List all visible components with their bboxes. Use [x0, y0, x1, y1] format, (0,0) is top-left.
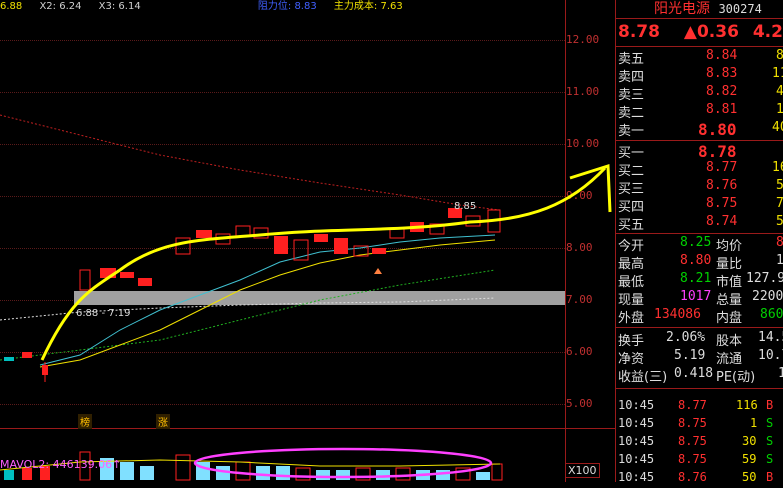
kline-chart[interactable]: 6.88 X2: 6.24 X3: 6.14 阻力位: 8.83 主力成本: 7… [0, 0, 615, 482]
high-annotation: 8.85 [454, 201, 477, 212]
ask-row-4[interactable]: 卖四8.8311 [618, 66, 783, 85]
stat-row: 最高 8.80 量比 1 [618, 253, 783, 272]
trend-arrow [40, 166, 607, 361]
volume-scale: X100 [565, 463, 600, 478]
ma-long-line [0, 114, 501, 211]
tag-bang[interactable]: 榜 [78, 414, 92, 429]
stat-row: 现量 1017 总量 2200 [618, 289, 783, 308]
bid-row-2[interactable]: 买二8.7716 [618, 160, 783, 179]
finance-row: 收益(三) 0.418 PE(动) 1 [618, 366, 783, 385]
ask-row-5[interactable]: 卖五 8.84 8 [618, 48, 783, 67]
stock-header: 阳光电源 300274 [618, 0, 762, 17]
tag-zhang[interactable]: 涨 [156, 414, 170, 429]
bid-row-4[interactable]: 买四 8.75 7 [618, 196, 783, 215]
price-change: ▲0.36 [683, 22, 739, 42]
bid-row-3[interactable]: 买三 8.76 5 [618, 178, 783, 197]
ask-row-3[interactable]: 卖三 8.82 4 [618, 84, 783, 103]
chart-drawing [0, 114, 612, 481]
arrow-head [569, 163, 612, 213]
tick-row: 10:45 8.75 1 S [618, 416, 774, 430]
price-row: 8.78 ▲0.36 4.28 [618, 22, 783, 42]
stock-name: 阳光电源 [654, 1, 710, 17]
finance-row: 净资5.19流通10.7 [618, 348, 783, 367]
tick-row: 10:45 8.76 50 B [618, 470, 774, 484]
ma-green-line [0, 269, 496, 361]
bid-row-1[interactable]: 买一 8.78 [618, 142, 737, 161]
last-price: 8.78 [618, 22, 660, 42]
quote-panel: 阳光电源 300274 8.78 ▲0.36 4.28 卖五8.848 卖四8.… [615, 0, 783, 484]
volume-label: MAVOL2: 446139.06↑ [0, 458, 122, 471]
band-label: 6.88 - 7.19 [76, 308, 131, 319]
stock-code: 300274 [718, 2, 762, 16]
ask-row-1[interactable]: 卖一8.8040 [618, 120, 783, 139]
tick-row: 10:45 8.75 59 S [618, 452, 774, 466]
tick-row: 10:45 8.75 30 S [618, 434, 774, 448]
finance-row: 换手2.06%股本14.5 [618, 330, 783, 349]
stat-row: 今开 8.25 均价 8 [618, 235, 783, 254]
stat-row: 外盘 134086 内盘 860 [618, 307, 783, 326]
pct-change: 4.28 [752, 22, 783, 42]
tick-row: 10:45 8.77 116 B [618, 398, 774, 412]
ask-row-2[interactable]: 卖二 8.81 1 [618, 102, 783, 121]
bid-row-5[interactable]: 买五 8.74 5 [618, 214, 783, 233]
stat-row: 最低 8.21 市值 127.9 [618, 271, 783, 290]
